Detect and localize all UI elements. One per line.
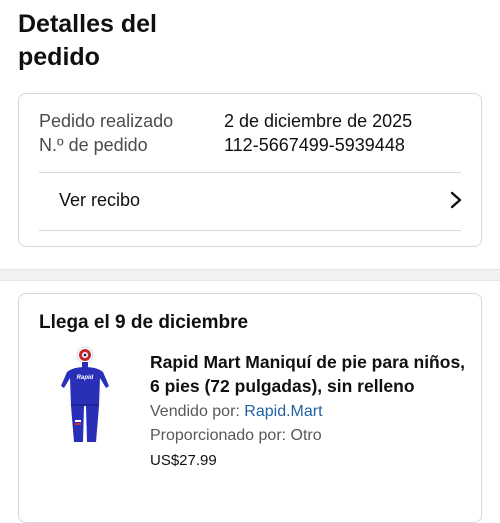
product-brand-text: Rapid (77, 375, 94, 381)
view-receipt-label: Ver recibo (59, 190, 141, 210)
product-title-link[interactable]: Rapid Mart Maniquí de pie para niños, 6 … (150, 350, 468, 398)
section-separator (0, 269, 500, 281)
order-number-label: N.º de pedido (39, 135, 148, 155)
order-placed-label: Pedido realizado (39, 111, 174, 131)
seller-link[interactable]: Rapid.Mart (244, 403, 322, 420)
sold-by-label: Vendido por: (150, 403, 245, 420)
product-price: US$27.99 (150, 452, 217, 469)
order-details-card: Pedido realizado 2 de diciembre de 2025 … (18, 93, 482, 247)
view-receipt-button[interactable]: Ver recibo (19, 172, 481, 230)
provided-by: Proporcionado por: Otro (150, 427, 322, 444)
arrival-date: Llega el 9 de diciembre (39, 312, 249, 333)
page-title: Detalles del pedido (18, 10, 157, 71)
order-placed-value: 2 de diciembre de 2025 (224, 111, 413, 131)
divider (39, 230, 461, 231)
sold-by: Vendido por: Rapid.Mart (150, 403, 323, 421)
chevron-right-icon (450, 191, 462, 209)
order-number-value: 112-5667499-5939448 (224, 135, 405, 155)
shipment-card: Llega el 9 de diciembre Rapid Rapid Mart… (18, 293, 482, 523)
product-image[interactable]: Rapid (59, 346, 111, 446)
